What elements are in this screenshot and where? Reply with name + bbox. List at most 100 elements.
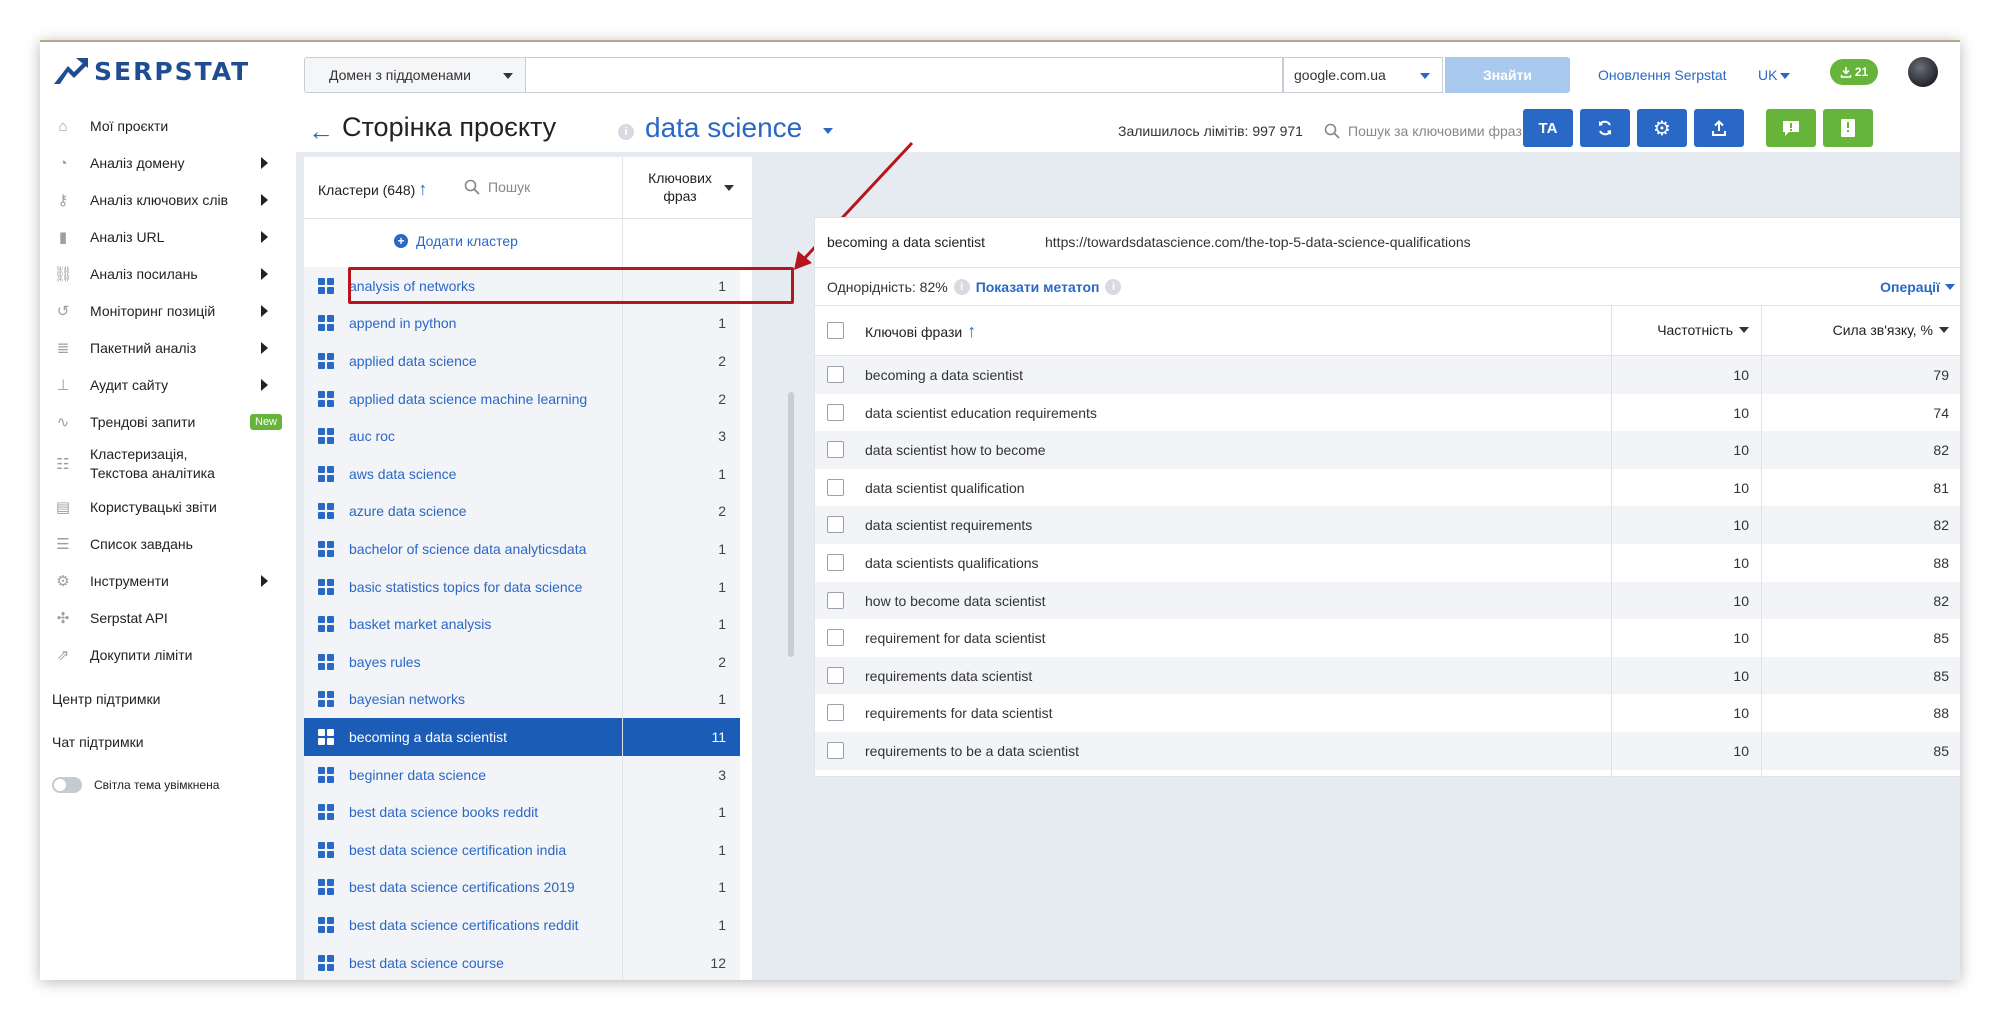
sidebar-item[interactable]: ⛓ Аналіз посилань xyxy=(40,256,288,292)
keyword-row: data scientist how to become 10 82 xyxy=(815,431,1960,469)
row-checkbox[interactable] xyxy=(827,591,844,609)
col-frequency[interactable]: Частотність xyxy=(1657,322,1749,338)
col-connection-strength[interactable]: Сила зв'язку, % xyxy=(1833,322,1949,338)
downloads-button[interactable]: 21 xyxy=(1830,59,1878,85)
clusters-title[interactable]: Кластери (648) ↑ xyxy=(318,179,427,200)
cluster-row[interactable]: best data science certifications reddit 1 xyxy=(304,906,740,944)
cluster-row[interactable]: auc roc 3 xyxy=(304,417,740,455)
clusters-search[interactable]: Пошук xyxy=(464,179,530,195)
link-icon: ⛓ xyxy=(53,266,73,283)
cluster-name: best data science certifications reddit xyxy=(349,916,579,933)
cluster-name: applied data science machine learning xyxy=(349,390,588,407)
add-cluster-button[interactable]: + Додати кластер xyxy=(304,219,752,265)
chevron-down-icon[interactable] xyxy=(823,128,833,134)
refresh-button[interactable] xyxy=(1580,109,1630,147)
help-guide-button[interactable] xyxy=(1823,109,1873,147)
cluster-row[interactable]: applied data science machine learning 2 xyxy=(304,379,740,418)
project-selector[interactable]: data science xyxy=(645,112,802,144)
text-analytics-button[interactable]: TA xyxy=(1523,109,1573,147)
sidebar-item[interactable]: ⌂ Мої проєкти xyxy=(40,108,288,144)
col-keyword-phrases[interactable]: Ключові фрази ↑ xyxy=(865,321,976,342)
row-checkbox[interactable] xyxy=(827,366,844,383)
sidebar-item[interactable]: ◔ Аналіз домену xyxy=(40,145,288,181)
cluster-row[interactable]: becoming a data scientist 11 xyxy=(304,718,740,756)
sidebar-item[interactable]: ∿ Трендові запити New xyxy=(40,404,288,440)
sidebar-item[interactable]: ⚙ Інструменти xyxy=(40,563,288,599)
cluster-row[interactable]: azure data science 2 xyxy=(304,492,740,531)
show-metatop-link[interactable]: Показати метатоп xyxy=(976,279,1100,295)
sidebar-item[interactable]: ↺ Моніторинг позицій xyxy=(40,293,288,329)
sidebar-item[interactable]: ☷ Кластеризація, Текстова аналітика xyxy=(40,446,288,482)
sidebar-item[interactable]: ▤ Користувацькі звіти xyxy=(40,489,288,525)
highlight-box xyxy=(348,267,794,304)
logo-mark-icon xyxy=(54,58,88,84)
cluster-row[interactable]: bachelor of science data analyticsdata 1 xyxy=(304,530,740,568)
toggle-switch[interactable] xyxy=(52,777,82,793)
cluster-url[interactable]: https://towardsdatascience.com/the-top-5… xyxy=(1045,234,1500,250)
cluster-row[interactable]: best data science certification india 1 xyxy=(304,831,740,869)
cluster-row[interactable]: append in python 1 xyxy=(304,304,740,343)
row-checkbox[interactable] xyxy=(827,629,844,647)
row-checkbox[interactable] xyxy=(827,554,844,571)
keyword-search[interactable]: Пошук за ключовими фраз... xyxy=(1324,123,1534,139)
clusters-scrollbar[interactable] xyxy=(788,392,794,657)
cluster-row[interactable]: bayesian networks 1 xyxy=(304,680,740,719)
cluster-row[interactable]: best data science certifications 2019 1 xyxy=(304,868,740,907)
info-icon[interactable]: i xyxy=(953,279,970,295)
cluster-keyword-count: 12 xyxy=(710,954,726,971)
sidebar-item[interactable]: ⊥ Аудит сайту xyxy=(40,367,288,403)
theme-toggle[interactable]: Світла тема увімкнена xyxy=(52,777,219,793)
search-type-select[interactable]: Домен з піддоменами xyxy=(304,57,526,93)
select-all-checkbox[interactable] xyxy=(827,322,844,339)
row-checkbox[interactable] xyxy=(827,441,844,459)
cluster-grid-icon xyxy=(318,653,334,670)
cluster-row[interactable]: best data science books reddit 1 xyxy=(304,793,740,831)
cluster-row[interactable]: basket market analysis 1 xyxy=(304,605,740,643)
cluster-name: basic statistics topics for data science xyxy=(349,578,583,595)
search-engine-select[interactable]: google.com.ua xyxy=(1283,57,1443,93)
cluster-detail-panel: becoming a data scientist https://toward… xyxy=(814,217,1960,778)
sidebar-item[interactable]: ✣ Serpstat API xyxy=(40,600,288,636)
row-checkbox[interactable] xyxy=(827,742,844,759)
sidebar-item[interactable]: ≣ Пакетний аналіз xyxy=(40,330,288,366)
sidebar-item[interactable]: ⚷ Аналіз ключових слів xyxy=(40,182,288,218)
back-arrow-icon[interactable]: ← xyxy=(308,116,334,147)
row-checkbox[interactable] xyxy=(827,478,844,496)
cluster-row[interactable]: aws data science 1 xyxy=(304,455,740,493)
export-button[interactable] xyxy=(1694,109,1744,147)
cluster-row[interactable]: basic statistics topics for data science… xyxy=(304,567,740,606)
serpstat-logo[interactable]: SERPSTAT xyxy=(54,56,250,86)
info-icon[interactable]: i xyxy=(618,124,634,140)
settings-button[interactable]: ⚙ xyxy=(1637,109,1687,147)
support-chat-link[interactable]: Чат підтримки xyxy=(52,734,144,750)
row-checkbox[interactable] xyxy=(827,516,844,534)
connection-strength: 79 xyxy=(1933,367,1949,383)
row-checkbox[interactable] xyxy=(827,403,844,421)
row-checkbox[interactable] xyxy=(827,704,844,722)
keyword-count-header[interactable]: Ключових фраз xyxy=(634,169,726,205)
language-select[interactable]: UK xyxy=(1758,67,1791,83)
sidebar-item[interactable]: ⇗ Докупити ліміти xyxy=(40,637,288,673)
info-icon[interactable]: i xyxy=(1105,279,1122,295)
operations-menu[interactable]: Операції xyxy=(1880,279,1955,295)
user-avatar[interactable] xyxy=(1908,57,1938,87)
report-icon: ▤ xyxy=(55,499,71,516)
cluster-row[interactable]: applied data science 2 xyxy=(304,342,740,380)
support-center-link[interactable]: Центр підтримки xyxy=(52,691,160,707)
cluster-name: aws data science xyxy=(349,465,457,482)
sidebar-item[interactable]: ☰ Список завдань xyxy=(40,526,288,562)
sidebar-item[interactable]: ▮ Аналіз URL xyxy=(40,219,288,255)
cluster-row[interactable]: best data science course 12 xyxy=(304,943,740,980)
keyword-row: data scientist education requirements 10 7… xyxy=(815,394,1960,432)
feedback-button[interactable] xyxy=(1766,109,1816,147)
sidebar-item-label: Користувацькі звіти xyxy=(90,498,217,515)
cluster-grid-icon xyxy=(318,352,334,369)
find-button[interactable]: Знайти xyxy=(1445,57,1570,93)
cluster-row[interactable]: bayes rules 2 xyxy=(304,643,740,681)
cluster-row[interactable]: beginner data science 3 xyxy=(304,755,740,794)
chevron-down-icon xyxy=(1945,284,1955,290)
row-checkbox[interactable] xyxy=(827,666,844,684)
sort-desc-icon[interactable] xyxy=(724,185,734,191)
updates-link[interactable]: Оновлення Serpstat xyxy=(1598,67,1727,83)
domain-search-input[interactable] xyxy=(526,57,1283,93)
